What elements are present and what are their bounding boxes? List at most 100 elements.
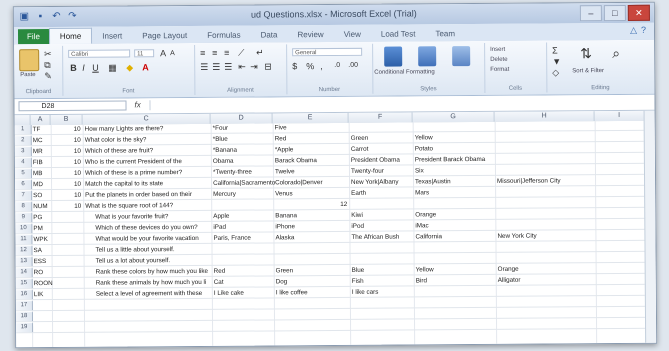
cell-h[interactable]: Orange: [496, 265, 519, 274]
tab-team[interactable]: Team: [425, 26, 465, 41]
cell-b[interactable]: [51, 224, 81, 233]
cell-d[interactable]: Mercury: [211, 190, 236, 199]
cell-e[interactable]: [274, 310, 276, 319]
row-header[interactable]: 14: [15, 268, 33, 278]
column-header-d[interactable]: D: [210, 113, 273, 124]
cell-f[interactable]: iPod: [349, 222, 364, 231]
cell-styles-icon[interactable]: [452, 46, 471, 67]
cell-f[interactable]: New York|Albany: [349, 178, 399, 187]
align-top-icon[interactable]: ≡: [200, 48, 205, 58]
column-header-h[interactable]: H: [494, 111, 595, 122]
cell-e[interactable]: [274, 299, 276, 308]
tab-review[interactable]: Review: [287, 27, 333, 42]
cell-e[interactable]: Green: [274, 266, 294, 275]
cell-d[interactable]: [212, 256, 214, 265]
column-header-i[interactable]: I: [594, 110, 645, 122]
cell-b[interactable]: 10: [51, 169, 81, 178]
row-header[interactable]: 16: [15, 290, 33, 300]
cell-g[interactable]: President Barack Obama: [413, 155, 485, 165]
tab-page-layout[interactable]: Page Layout: [132, 28, 197, 43]
cell-a[interactable]: [32, 323, 34, 332]
cell-f[interactable]: Earth: [349, 189, 366, 198]
font-name-select[interactable]: Calibri: [68, 49, 131, 58]
cell-e[interactable]: Alaska: [273, 233, 294, 242]
cell-c[interactable]: Tell us a lot about yourself.: [84, 256, 171, 266]
cell-h[interactable]: [496, 309, 498, 318]
close-button[interactable]: ✕: [627, 4, 650, 21]
cell-b[interactable]: [51, 213, 81, 222]
find-select-icon[interactable]: ⌕: [612, 45, 620, 61]
cell-c[interactable]: Which of these devices do you own?: [83, 223, 197, 233]
cell-e[interactable]: Dog: [274, 277, 288, 286]
cell-b[interactable]: [52, 290, 82, 299]
percent-icon[interactable]: %: [306, 61, 314, 71]
cell-g[interactable]: iMac: [413, 221, 428, 230]
cell-g[interactable]: California: [413, 232, 442, 241]
cell-c[interactable]: What is your favorite fruit?: [83, 212, 168, 222]
cell-f[interactable]: Twenty-four: [349, 167, 384, 176]
cell-g[interactable]: Mars: [413, 188, 429, 197]
cell-g[interactable]: Yellow: [414, 265, 434, 274]
cell-d[interactable]: I Like cake: [212, 289, 244, 298]
cell-c[interactable]: How many Lights are there?: [83, 124, 164, 134]
cell-c[interactable]: [84, 301, 96, 310]
row-header[interactable]: 6: [15, 180, 33, 190]
italic-icon[interactable]: I: [82, 63, 85, 73]
cell-c[interactable]: Match the capital to its state: [83, 179, 163, 189]
cell-d[interactable]: Apple: [211, 212, 229, 221]
cell-a[interactable]: [32, 312, 34, 321]
copy-icon[interactable]: ⧉: [44, 60, 51, 70]
column-header-e[interactable]: E: [272, 112, 349, 124]
cell-h[interactable]: [495, 243, 497, 252]
insert-cells-button[interactable]: Insert: [490, 47, 505, 53]
cell-c[interactable]: Rank these animals by how much you li: [84, 278, 207, 288]
cell-f[interactable]: [350, 321, 352, 330]
cell-h[interactable]: [495, 210, 497, 219]
cell-c[interactable]: Rank these colors by how much you like: [84, 267, 208, 277]
cell-b[interactable]: [52, 279, 82, 288]
row-header[interactable]: 2: [14, 136, 32, 146]
cell-g[interactable]: Yellow: [413, 133, 433, 142]
comma-icon[interactable]: ,: [320, 61, 323, 71]
cell-g[interactable]: Orange: [413, 210, 436, 219]
cell-h[interactable]: [496, 254, 498, 263]
cell-f[interactable]: The African Bush: [349, 233, 399, 242]
align-left-icon[interactable]: ☰: [200, 62, 208, 72]
row-header[interactable]: 17: [15, 301, 33, 311]
cell-f[interactable]: President Obama: [349, 156, 400, 165]
column-header-a[interactable]: A: [30, 114, 51, 126]
cell-d[interactable]: iPad: [211, 223, 226, 232]
cell-c[interactable]: Tell us a little about yourself.: [83, 245, 174, 255]
cell-f[interactable]: Blue: [350, 266, 365, 275]
row-header[interactable]: 1: [14, 125, 32, 135]
cell-g[interactable]: Six: [413, 166, 424, 175]
cell-d[interactable]: Paris, France: [211, 234, 251, 243]
cell-d[interactable]: *Twenty-three: [211, 168, 252, 177]
tab-formulas[interactable]: Formulas: [197, 28, 250, 43]
cell-e[interactable]: I like coffee: [274, 288, 308, 297]
row-header[interactable]: 8: [15, 202, 33, 212]
column-header-g[interactable]: G: [412, 111, 495, 123]
cell-b[interactable]: 10: [51, 125, 81, 134]
borders-icon[interactable]: ▦: [108, 63, 117, 73]
orientation-icon[interactable]: ⟋: [238, 48, 244, 58]
cell-a[interactable]: [32, 301, 34, 310]
tab-file[interactable]: File: [17, 28, 49, 45]
cell-b[interactable]: [52, 312, 82, 321]
cell-a[interactable]: NUM: [31, 202, 47, 211]
cell-e[interactable]: Colorado|Denver: [273, 178, 323, 187]
minimize-button[interactable]: –: [579, 5, 602, 22]
cell-a[interactable]: MB: [31, 169, 43, 178]
cell-b[interactable]: [52, 323, 82, 332]
cell-d[interactable]: [211, 245, 213, 254]
grow-font-icon[interactable]: A: [160, 48, 166, 58]
cell-h[interactable]: [495, 122, 497, 131]
align-center-icon[interactable]: ☰: [212, 62, 220, 72]
cell-e[interactable]: Five: [273, 123, 287, 132]
cell-e[interactable]: 12: [273, 200, 347, 210]
cell-a[interactable]: PG: [31, 213, 42, 222]
cell-c[interactable]: What would be your favorite vacation: [83, 234, 198, 244]
cell-c[interactable]: Which of these is a prime number?: [83, 168, 182, 178]
cell-b[interactable]: 10: [51, 158, 81, 167]
row-header[interactable]: 18: [15, 312, 34, 322]
